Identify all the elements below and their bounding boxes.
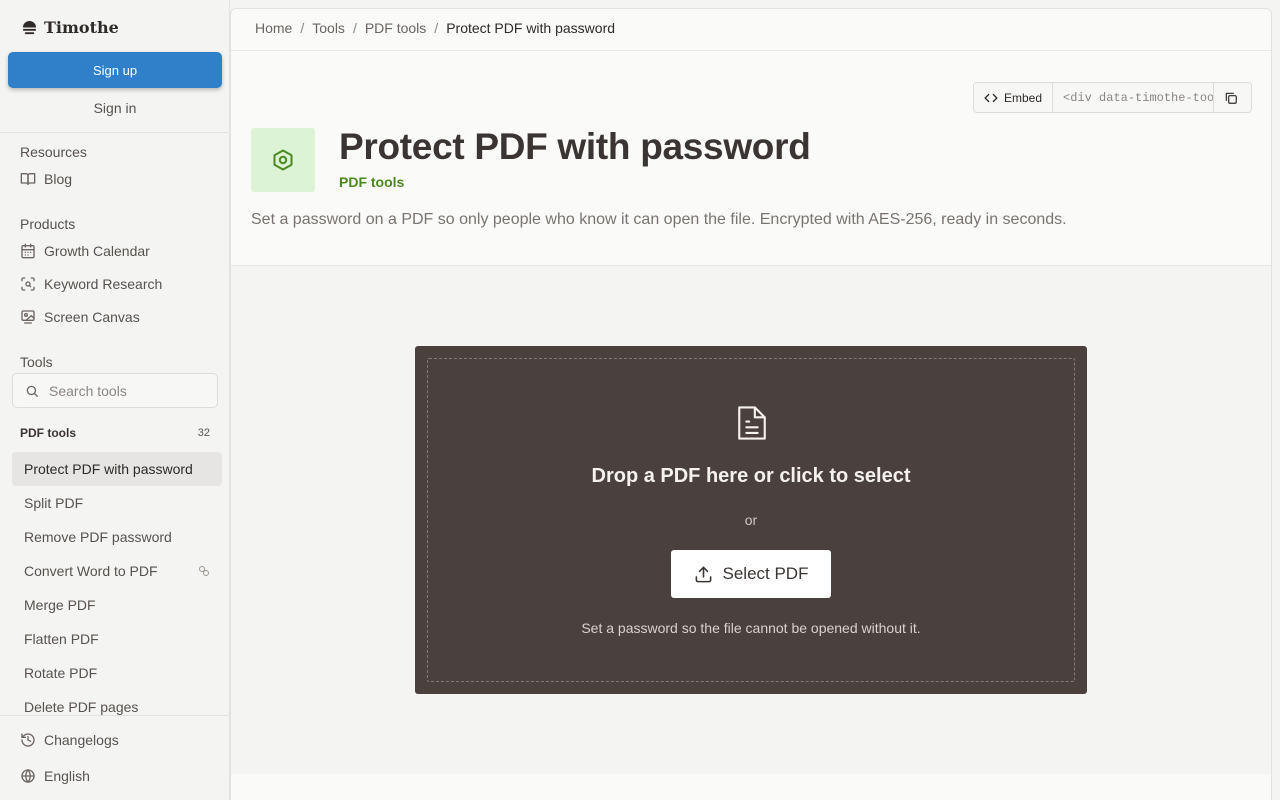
page-category-link[interactable]: PDF tools (339, 174, 404, 190)
tool-item-label: Split PDF (24, 495, 84, 511)
select-pdf-button[interactable]: Select PDF (671, 550, 831, 598)
file-text-icon (738, 406, 766, 440)
brand[interactable]: Timothe (22, 16, 119, 38)
tool-item-merge-pdf[interactable]: Merge PDF (12, 588, 222, 622)
copy-button[interactable] (1213, 83, 1248, 112)
work-area: Drop a PDF here or click to select or Se… (231, 266, 1271, 774)
sidebar-divider (0, 715, 230, 716)
products-title: Products (20, 216, 76, 232)
code-icon (984, 93, 998, 102)
sidebar-item-label: Changelogs (44, 732, 119, 748)
header-divider (231, 50, 1271, 51)
main-panel: Home / Tools / PDF tools / Protect PDF w… (230, 8, 1272, 800)
scan-search-icon (21, 277, 35, 291)
sidebar-item-keyword-research[interactable]: Keyword Research (20, 273, 162, 295)
breadcrumb-separator: / (300, 20, 305, 36)
upload-icon (695, 566, 711, 582)
tool-item-convert-word-to-pdf[interactable]: Convert Word to PDF (12, 554, 222, 588)
tool-item-label: Merge PDF (24, 597, 96, 613)
sidebar-item-blog[interactable]: Blog (20, 168, 72, 190)
tool-list: Protect PDF with password Split PDF Remo… (12, 452, 222, 715)
tool-item-label: Remove PDF password (24, 529, 172, 545)
category-header[interactable]: PDF tools 32 (20, 424, 210, 442)
link-icon (199, 566, 209, 576)
sidebar-item-label: Screen Canvas (44, 309, 140, 325)
dropzone-title: Drop a PDF here or click to select (591, 465, 911, 487)
tool-item-rotate-pdf[interactable]: Rotate PDF (12, 656, 222, 690)
sidebar-divider (0, 132, 230, 133)
dropzone-border: Drop a PDF here or click to select or Se… (427, 358, 1075, 682)
tool-item-label: Protect PDF with password (24, 461, 193, 477)
dropzone-or: or (744, 512, 758, 528)
sidebar-item-growth-calendar[interactable]: Growth Calendar (20, 240, 150, 262)
calendar-icon (21, 243, 35, 259)
sidebar-item-label: Keyword Research (44, 276, 163, 292)
tool-item-label: Flatten PDF (24, 631, 99, 647)
tool-icon (251, 128, 315, 192)
breadcrumb-pdf-tools[interactable]: PDF tools (365, 20, 426, 36)
embed-label: Embed (1004, 90, 1043, 105)
dropzone-hint: Set a password so the file cannot be ope… (581, 620, 921, 636)
sidebar: Timothe Sign up Sign in Resources Blog P… (0, 0, 230, 800)
book-icon (20, 173, 36, 185)
copy-icon (1225, 92, 1237, 104)
history-icon (21, 733, 35, 747)
resources-title: Resources (20, 144, 87, 160)
dropzone[interactable]: Drop a PDF here or click to select or Se… (415, 346, 1087, 694)
page-description: Set a password on a PDF so only people w… (251, 211, 1067, 228)
brand-logo-icon (22, 20, 37, 34)
breadcrumb-home[interactable]: Home (255, 20, 292, 36)
tool-item-split-pdf[interactable]: Split PDF (12, 486, 222, 520)
tool-item-protect-pdf[interactable]: Protect PDF with password (12, 452, 222, 486)
breadcrumb: Home / Tools / PDF tools / Protect PDF w… (255, 20, 615, 36)
signin-link[interactable]: Sign in (8, 96, 222, 120)
tool-item-label: Rotate PDF (24, 665, 98, 681)
category-name: PDF tools (20, 426, 76, 440)
signup-button[interactable]: Sign up (8, 52, 222, 88)
language-label: English (44, 768, 90, 784)
hexagon-icon (273, 149, 293, 171)
breadcrumb-tools[interactable]: Tools (312, 20, 345, 36)
sidebar-item-changelogs[interactable]: Changelogs (20, 729, 119, 751)
tool-item-delete-pdf-pages[interactable]: Delete PDF pages (12, 690, 222, 715)
search-input[interactable] (49, 382, 209, 399)
tool-item-label: Delete PDF pages (24, 699, 139, 715)
embed-button[interactable]: Embed (974, 83, 1054, 112)
globe-icon (21, 768, 35, 784)
sidebar-item-screen-canvas[interactable]: Screen Canvas (20, 306, 140, 328)
sidebar-item-label: Growth Calendar (44, 243, 150, 259)
breadcrumb-current: Protect PDF with password (446, 20, 616, 36)
tool-item-label: Convert Word to PDF (24, 563, 158, 579)
sidebar-item-label: Blog (44, 171, 73, 187)
breadcrumb-separator: / (352, 20, 357, 36)
page-title: Protect PDF with password (339, 126, 811, 167)
tool-item-remove-pdf-password[interactable]: Remove PDF password (12, 520, 222, 554)
embed-bar: Embed <div data-timothe-tool="protect-pd… (973, 82, 1252, 113)
select-pdf-label: Select PDF (722, 564, 809, 583)
tool-item-flatten-pdf[interactable]: Flatten PDF (12, 622, 222, 656)
breadcrumb-separator: / (434, 20, 439, 36)
embed-code-field[interactable]: <div data-timothe-tool="protect-pdf"></d… (1053, 83, 1213, 112)
category-count: 32 (197, 427, 210, 439)
tools-title: Tools (20, 354, 53, 370)
search-box[interactable] (12, 373, 218, 408)
image-icon (21, 310, 35, 324)
language-selector[interactable]: English (20, 765, 90, 787)
search-icon (26, 385, 38, 397)
brand-name: Timothe (44, 17, 119, 37)
